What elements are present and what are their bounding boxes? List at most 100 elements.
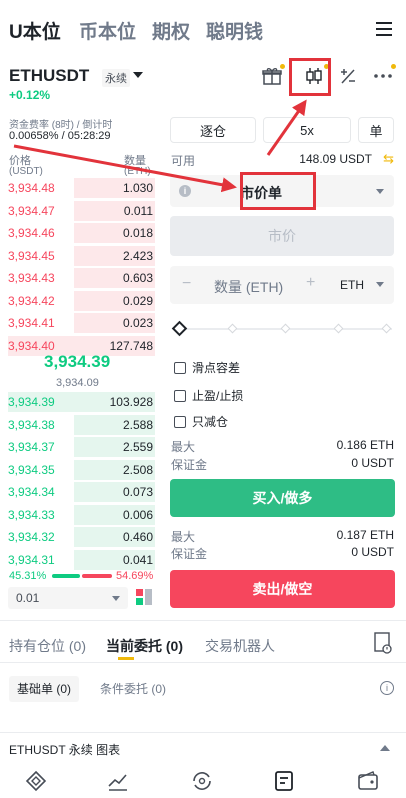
ask-row[interactable]: 3,934.48 1.030 [8,177,155,199]
buy-ratio: 45.31% [9,570,47,582]
hamburger-menu-icon[interactable] [376,22,392,36]
sell-margin-label: 保证金 [171,547,208,561]
order-qty: 2.508 [122,462,153,477]
sell-short-button[interactable]: 卖出/做空 [170,570,395,608]
decrease-qty-button[interactable]: − [182,275,191,293]
last-price: 3,934.39 [44,352,111,371]
chart-toggle-bar[interactable]: ETHUSDT 永续 图表 [0,732,406,762]
buy-max-value: 0.186 ETH [336,438,394,452]
tab-options[interactable]: 期权 [152,17,190,44]
trade-icon[interactable] [190,769,214,793]
subtab-conditional-orders[interactable]: 条件委托 (0) [92,676,174,702]
available-label: 可用 [171,154,196,168]
ask-row[interactable]: 3,934.42 0.029 [8,290,155,312]
chevron-down-icon [376,189,384,194]
tp-sl-checkbox[interactable]: 止盈/止损 [174,387,243,404]
gift-icon[interactable] [259,64,285,88]
amount-slider[interactable] [171,320,392,337]
contract-type-badge: 永续 [102,69,130,87]
tab-open-orders[interactable]: 当前委托 (0) [106,636,183,656]
bid-row[interactable]: 3,934.39 103.928 [8,391,155,413]
order-price: 3,934.38 [8,417,55,432]
ask-row[interactable]: 3,934.46 0.018 [8,222,155,244]
order-price: 3,934.43 [8,271,55,285]
qty-unit-select[interactable]: ETH [340,278,364,292]
wallet-icon[interactable] [356,769,380,793]
buy-ratio-bar [52,574,80,578]
order-price: 3,934.31 [8,552,55,567]
chevron-down-icon [112,596,120,601]
order-price: 3,934.47 [8,203,55,218]
markets-icon[interactable] [106,769,130,793]
position-mode-button[interactable]: 单 [358,117,394,143]
order-history-icon[interactable] [374,632,392,654]
ask-row[interactable]: 3,934.41 0.023 [8,312,155,334]
calculator-icon[interactable] [335,64,361,88]
ask-row[interactable]: 3,934.45 2.423 [8,245,155,267]
margin-mode-button[interactable]: 逐仓 [170,117,256,143]
order-price: 3,934.32 [8,530,55,544]
slippage-label: 滑点容差 [192,361,241,375]
bid-row[interactable]: 3,934.33 0.006 [8,504,155,526]
futures-icon[interactable] [272,769,296,793]
orderbook-layout-icon[interactable] [136,589,152,605]
section-divider [0,620,406,621]
tab-trading-bots[interactable]: 交易机器人 [205,636,275,656]
ask-row[interactable]: 3,934.43 0.603 [8,267,155,289]
top-nav: U本位 币本位 期权 聪明钱 [0,0,406,58]
bid-row[interactable]: 3,934.38 2.588 [8,414,155,436]
slippage-checkbox[interactable]: 滑点容差 [174,359,240,376]
price-change: +0.12% [9,88,51,102]
leverage-button[interactable]: 5x [263,117,351,143]
order-qty: 0.023 [122,316,153,330]
tab-smart-money[interactable]: 聪明钱 [206,17,263,44]
subtab-basic-orders[interactable]: 基础单 (0) [9,676,80,702]
tab-u-margined[interactable]: U本位 [9,17,61,44]
order-qty: 127.748 [109,338,153,353]
quantity-stepper[interactable]: − 数量 (ETH) + ETH [170,266,394,304]
available-balance: 148.09 USDT [299,152,372,166]
symbol-dropdown-icon[interactable] [133,72,143,78]
bid-row[interactable]: 3,934.35 2.508 [8,459,155,481]
order-qty: 0.460 [122,530,153,544]
more-icon[interactable] [370,64,396,88]
buy-long-button[interactable]: 买入/做多 [170,479,395,517]
tab-coin-margined[interactable]: 币本位 [79,17,136,44]
order-price: 3,934.39 [8,395,55,409]
slider-handle[interactable] [171,320,188,337]
order-qty: 1.030 [122,181,153,195]
bid-row[interactable]: 3,934.32 0.460 [8,526,155,548]
symbol-title[interactable]: ETHUSDT [9,66,89,86]
order-qty: 0.018 [122,226,153,240]
tab-positions[interactable]: 持有仓位 (0) [9,636,86,656]
increase-qty-button[interactable]: + [306,274,315,292]
info-icon[interactable]: i [179,185,191,197]
reduce-only-checkbox[interactable]: 只减仓 [174,413,228,430]
order-price: 3,934.35 [8,462,55,477]
order-price: 3,934.42 [8,293,55,308]
sell-margin-value: 0 USDT [351,545,394,559]
buy-margin-value: 0 USDT [351,456,394,470]
order-qty: 103.928 [109,395,153,409]
order-qty: 0.603 [122,271,153,285]
bid-row[interactable]: 3,934.34 0.073 [8,481,155,503]
funding-rate-value: 0.00658% / 05:28:29 [9,130,111,142]
home-icon[interactable] [24,769,48,793]
sell-max-label: 最大 [171,530,196,544]
bid-row[interactable]: 3,934.31 0.041 [8,549,155,571]
info-icon[interactable]: i [380,681,394,695]
order-qty: 0.041 [122,552,153,567]
ask-row[interactable]: 3,934.47 0.011 [8,200,155,222]
quantity-input[interactable]: 数量 (ETH) [214,277,283,297]
bottom-nav [0,762,406,798]
reduce-only-label: 只减仓 [192,415,229,429]
price-input[interactable]: 市价 [170,216,394,256]
transfer-icon[interactable]: ⇆ [383,151,394,167]
bid-row[interactable]: 3,934.37 2.559 [8,436,155,458]
order-price: 3,934.41 [8,316,55,330]
tabs-divider [0,662,406,663]
chevron-down-icon [376,282,384,287]
precision-select[interactable]: 0.01 [8,587,128,609]
order-type-highlight-box [240,172,316,210]
chevron-up-icon[interactable] [380,745,390,751]
